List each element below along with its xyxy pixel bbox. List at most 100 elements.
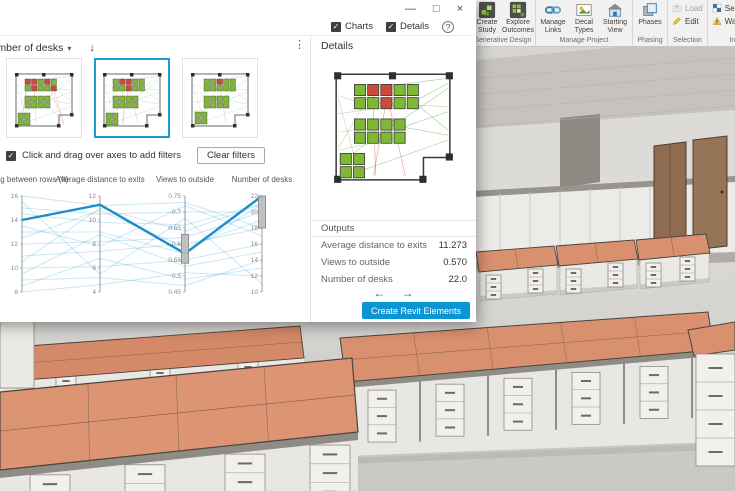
ribbon-button-label: Select by ID [725, 4, 735, 13]
details-checkbox[interactable]: ✓ Details [386, 21, 429, 32]
outputs-header: Outputs [311, 220, 476, 237]
outcome-line [22, 273, 262, 292]
ribbon-button-decal-types[interactable]: Decal Types [569, 1, 599, 34]
output-row: Average distance to exits 11.273 [311, 240, 476, 255]
ribbon-panel-buttons: Load Edit [668, 0, 707, 36]
svg-text:0.45: 0.45 [168, 289, 181, 296]
sort-row: Number of desks ▾ ↓ [0, 40, 95, 56]
ribbon-panel-generative-design: Create StudyExplore OutcomesGenerative D… [470, 0, 536, 46]
ribbon-button-edit[interactable]: Edit [670, 15, 701, 27]
sort-dropdown[interactable]: Number of desks ▾ [0, 42, 71, 54]
selected-outcome-floorplan [326, 60, 460, 188]
charts-checkbox[interactable]: ✓ Charts [331, 21, 373, 32]
svg-text:16: 16 [11, 193, 19, 200]
ribbon-panel-label: Phasing [633, 36, 667, 46]
help-icon[interactable]: ? [442, 21, 454, 33]
chevron-down-icon: ▾ [67, 44, 71, 53]
axis-brush[interactable] [182, 234, 189, 263]
svg-text:10: 10 [11, 265, 19, 272]
outcome-thumbnail-2[interactable] [94, 58, 170, 138]
outcome-thumbnails [6, 58, 258, 138]
output-value: 11.273 [439, 240, 476, 255]
svg-text:Views to outside: Views to outside [156, 175, 215, 184]
outcomes-icon [509, 1, 527, 19]
overflow-menu-icon[interactable]: ⋮ [294, 38, 305, 51]
svg-text:12: 12 [251, 273, 259, 280]
output-label: Average distance to exits [311, 240, 427, 255]
ribbon-panel-buttons: Phases [633, 0, 667, 36]
ribbon-button-warnings[interactable]: Warnings [710, 15, 735, 27]
thumbnail-floorplan [11, 67, 77, 130]
svg-text:4: 4 [92, 289, 96, 296]
revit-window: Create StudyExplore OutcomesGenerative D… [0, 0, 735, 491]
axis-brush[interactable] [259, 196, 266, 228]
ribbon-button-select-by-id[interactable]: Select by ID [710, 2, 735, 14]
thumbnail-floorplan [99, 67, 165, 130]
sort-direction-button[interactable]: ↓ [89, 42, 95, 54]
startview-icon [606, 1, 624, 19]
ribbon-panel-manage-project: Manage LinksDecal TypesStarting ViewMana… [536, 0, 633, 46]
ribbon-button-label: Phases [638, 19, 661, 27]
ribbon-panel-label: Manage Project [536, 36, 632, 46]
outcome-pager: ← → [311, 286, 476, 300]
sort-dropdown-value: Number of desks [0, 42, 63, 54]
svg-text:12: 12 [11, 241, 19, 248]
ribbon-panel-label: Inquiry [708, 36, 735, 46]
svg-text:Average distance to exits: Average distance to exits [55, 175, 144, 184]
selectid-icon [712, 3, 722, 13]
thumbnail-floorplan [187, 67, 253, 130]
checkbox-checked-icon: ✓ [331, 22, 341, 32]
output-value: 0.570 [443, 257, 476, 272]
ribbon-button-label: Manage Links [538, 19, 568, 34]
svg-text:0.75: 0.75 [168, 193, 181, 200]
clear-filters-button[interactable]: Clear filters [197, 147, 265, 164]
minimize-button[interactable]: — [405, 4, 416, 15]
decal-icon [575, 1, 593, 19]
checkbox-checked-icon[interactable]: ✓ [6, 151, 16, 161]
svg-text:12: 12 [89, 193, 97, 200]
output-label: Views to outside [311, 257, 390, 272]
ribbon-button-label: Decal Types [569, 19, 599, 34]
ribbon-button-load[interactable]: Load [670, 2, 705, 14]
svg-text:10: 10 [251, 289, 259, 296]
maximize-button[interactable]: □ [433, 4, 440, 15]
ribbon-button-manage-links[interactable]: Manage Links [538, 1, 568, 34]
ribbon-button-create-study[interactable]: Create Study [472, 1, 502, 34]
filter-checkbox-label: Click and drag over axes to add filters [22, 150, 181, 161]
details-label: Details [400, 21, 429, 32]
ribbon-panel-buttons: Create StudyExplore Outcomes [470, 0, 535, 36]
previous-outcome-button[interactable]: ← [374, 286, 386, 300]
svg-text:10: 10 [89, 217, 97, 224]
study-icon [478, 1, 496, 19]
ribbon-panel-selection: Load Edit Selection [668, 0, 708, 46]
ribbon-button-starting-view[interactable]: Starting View [600, 1, 630, 34]
dialog-titlebar[interactable]: — □ × [0, 0, 476, 18]
ribbon-panel-label: Generative Design [470, 36, 535, 46]
warnings-icon [712, 16, 722, 26]
outcome-thumbnail-3[interactable] [182, 58, 258, 138]
create-revit-elements-button[interactable]: Create Revit Elements [362, 302, 470, 319]
ribbon-panels: Create StudyExplore OutcomesGenerative D… [470, 0, 735, 46]
output-row: Views to outside 0.570 [311, 257, 476, 272]
details-panel-title: Details [321, 40, 353, 52]
next-outcome-button[interactable]: → [402, 286, 414, 300]
ribbon-button-explore-outcomes[interactable]: Explore Outcomes [503, 1, 533, 34]
ribbon-button-label: Load [685, 4, 703, 13]
load-icon [672, 3, 682, 13]
ribbon-button-label: Explore Outcomes [502, 19, 534, 34]
ribbon-button-label: Starting View [600, 19, 630, 34]
generative-design-dialog: — □ × ✓ Charts ✓ Details ? Number of des… [0, 0, 476, 322]
ribbon-button-label: Create Study [472, 19, 502, 34]
ribbon-panel-inquiry: Select by ID Warnings Inquiry [708, 0, 735, 46]
svg-text:8: 8 [14, 289, 18, 296]
phases-icon [641, 1, 659, 19]
ribbon-panel-label: Selection [668, 36, 707, 46]
svg-text:14: 14 [11, 217, 19, 224]
outcome-thumbnail-1[interactable] [6, 58, 82, 138]
svg-text:Number of desks: Number of desks [232, 175, 292, 184]
ribbon-panel-buttons: Manage LinksDecal TypesStarting View [536, 0, 632, 36]
ribbon-button-label: Warnings [725, 17, 735, 26]
close-button[interactable]: × [457, 4, 463, 15]
ribbon-button-phases[interactable]: Phases [635, 1, 665, 27]
outcomes-parallel-chart[interactable]: Spacing between rows (ft)810121416Averag… [0, 170, 310, 300]
